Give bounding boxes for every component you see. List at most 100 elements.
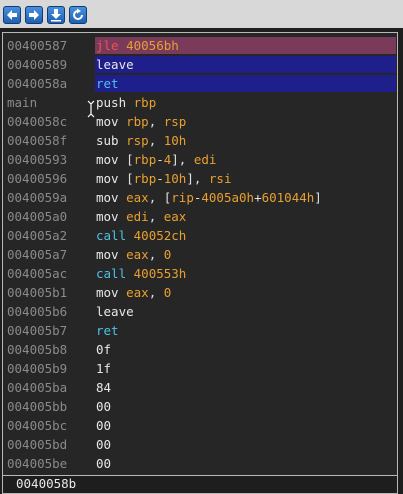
listing-row[interactable]: 004005be 00 — [3, 454, 397, 473]
instruction-mnemonic: 00 — [96, 437, 112, 452]
listing-row[interactable]: 004005b9 1f — [3, 359, 397, 378]
listing-row[interactable]: 004005a7 mov eax, 0 — [3, 245, 397, 264]
row-instruction: leave — [95, 56, 396, 73]
current-address: 0040058b — [16, 476, 77, 491]
row-instruction: call 400553h — [95, 265, 186, 282]
row-address: 0040059a — [7, 190, 68, 205]
instruction-mnemonic: 1f — [96, 361, 112, 376]
row-address: 00400589 — [7, 57, 68, 72]
row-address: 004005b8 — [7, 342, 68, 357]
instruction-mnemonic: 00 — [96, 418, 112, 433]
listing-row[interactable]: main push rbp — [3, 93, 397, 112]
row-address: 004005b9 — [7, 361, 68, 376]
listing-row[interactable]: 004005bd 00 — [3, 435, 397, 454]
listing-row[interactable]: 00400596 mov [rbp-10h], rsi — [3, 169, 397, 188]
row-address: 00400593 — [7, 152, 68, 167]
arrow-right-icon — [29, 10, 39, 20]
instruction-mnemonic: ret — [96, 323, 119, 338]
instruction-mnemonic: leave — [96, 57, 134, 72]
refresh-button[interactable] — [69, 6, 87, 24]
instruction-mnemonic: mov — [96, 209, 119, 224]
row-instruction: mov eax, 0 — [95, 284, 171, 301]
row-address: 004005be — [7, 456, 68, 471]
row-address: 004005ba — [7, 380, 68, 395]
instruction-operands: 400553h — [133, 266, 187, 281]
listing-row[interactable]: 004005bb 00 — [3, 397, 397, 416]
listing-row[interactable]: 0040058c mov rbp, rsp — [3, 112, 397, 131]
instruction-mnemonic: mov — [96, 114, 119, 129]
listing-row[interactable]: 004005b6 leave — [3, 302, 397, 321]
listing-row[interactable]: 004005bc 00 — [3, 416, 397, 435]
listing-row[interactable]: 004005a2 call 40052ch — [3, 226, 397, 245]
row-instruction: ret — [95, 75, 396, 92]
row-address: 004005b6 — [7, 304, 68, 319]
row-instruction: mov rbp, rsp — [95, 113, 186, 130]
instruction-mnemonic: mov — [96, 285, 119, 300]
row-address: 0040058c — [7, 114, 68, 129]
row-instruction: 00 — [95, 455, 111, 472]
step-into-icon — [51, 9, 61, 22]
listing-row[interactable]: 004005b7 ret — [3, 321, 397, 340]
row-instruction: mov eax, [rip-4005a0h+601044h] — [95, 189, 322, 206]
step-into-button[interactable] — [47, 6, 65, 24]
instruction-operands: rsp, 10h — [126, 133, 187, 148]
forward-button[interactable] — [25, 6, 43, 24]
listing-row[interactable]: 0040058f sub rsp, 10h — [3, 131, 397, 150]
instruction-operands: eax, [rip-4005a0h+601044h] — [126, 190, 322, 205]
row-address: 004005bc — [7, 418, 68, 433]
instruction-mnemonic: call — [96, 266, 127, 281]
listing-row[interactable]: 00400589 leave — [3, 55, 397, 74]
row-instruction: leave — [95, 303, 134, 320]
instruction-mnemonic: call — [96, 228, 127, 243]
instruction-mnemonic: sub — [96, 133, 119, 148]
arrow-left-icon — [7, 10, 17, 20]
row-address: 0040058f — [7, 133, 68, 148]
row-instruction: 1f — [95, 360, 111, 377]
listing-row[interactable]: 0040058a ret — [3, 74, 397, 93]
text-cursor-icon — [87, 100, 95, 118]
row-instruction: 00 — [95, 417, 111, 434]
back-button[interactable] — [3, 6, 21, 24]
status-bar: 0040058b — [2, 476, 398, 494]
listing-row[interactable]: 004005a0 mov edi, eax — [3, 207, 397, 226]
row-instruction: mov eax, 0 — [95, 246, 171, 263]
listing-row[interactable]: 004005ba 84 — [3, 378, 397, 397]
instruction-mnemonic: mov — [96, 171, 119, 186]
row-address: main — [7, 95, 38, 110]
row-address: 004005ac — [7, 266, 68, 281]
listing-row[interactable]: 004005b8 0f — [3, 340, 397, 359]
row-address: 004005b7 — [7, 323, 68, 338]
listing-row[interactable]: 0040059a mov eax, [rip-4005a0h+601044h] — [3, 188, 397, 207]
row-address: 004005a0 — [7, 209, 68, 224]
disassembly-listing[interactable]: 00400587 jle 40056bh 00400589 leave 0040058a… — [2, 32, 398, 476]
instruction-mnemonic: mov — [96, 247, 119, 262]
row-instruction: ret — [95, 322, 119, 339]
instruction-operands: eax, 0 — [126, 285, 172, 300]
instruction-mnemonic: mov — [96, 190, 119, 205]
instruction-operands: [rbp-10h], rsi — [126, 171, 232, 186]
toolbar — [0, 0, 403, 28]
listing-row[interactable]: 00400587 jle 40056bh — [3, 36, 397, 55]
instruction-mnemonic: 00 — [96, 399, 112, 414]
row-address: 00400587 — [7, 38, 68, 53]
instruction-operands: 40056bh — [126, 38, 179, 53]
refresh-icon — [73, 8, 83, 20]
listing-row[interactable]: 00400593 mov [rbp-4], edi — [3, 150, 397, 169]
row-address: 004005b1 — [7, 285, 68, 300]
instruction-mnemonic: jle — [96, 38, 119, 53]
instruction-operands: [rbp-4], edi — [126, 152, 217, 167]
row-instruction: mov edi, eax — [95, 208, 186, 225]
instruction-operands: rbp — [133, 95, 157, 110]
row-instruction: sub rsp, 10h — [95, 132, 186, 149]
row-address: 00400596 — [7, 171, 68, 186]
instruction-operands: eax, 0 — [126, 247, 172, 262]
row-instruction: 00 — [95, 436, 111, 453]
listing-row[interactable]: 004005b1 mov eax, 0 — [3, 283, 397, 302]
instruction-mnemonic: 84 — [96, 380, 112, 395]
row-instruction: mov [rbp-10h], rsi — [95, 170, 231, 187]
listing-row[interactable]: 004005ac call 400553h — [3, 264, 397, 283]
instruction-mnemonic: 0f — [96, 342, 112, 357]
instruction-mnemonic: leave — [96, 304, 134, 319]
instruction-mnemonic: mov — [96, 152, 119, 167]
instruction-mnemonic: 00 — [96, 456, 112, 471]
